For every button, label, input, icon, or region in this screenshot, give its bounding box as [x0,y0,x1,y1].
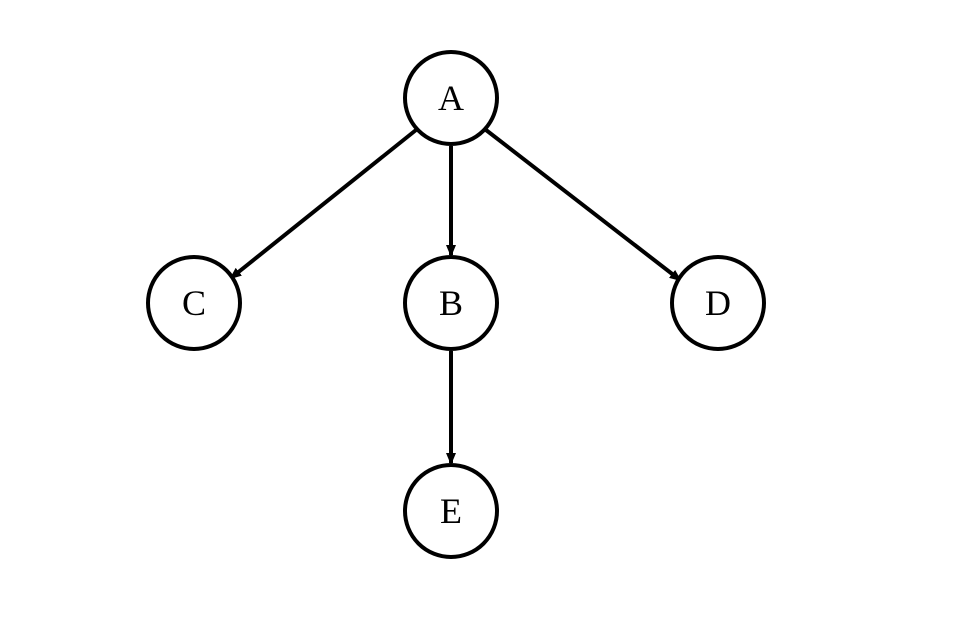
node-label: B [439,282,463,324]
edge-a-d [486,130,680,280]
node-label: E [440,490,462,532]
tree-diagram: A C B D E [0,0,980,636]
node-label: C [182,282,206,324]
node-c: C [146,255,242,351]
node-a: A [403,50,499,146]
edge-a-c [231,130,416,278]
node-d: D [670,255,766,351]
node-label: D [705,282,731,324]
node-e: E [403,463,499,559]
node-b: B [403,255,499,351]
node-label: A [438,77,464,119]
